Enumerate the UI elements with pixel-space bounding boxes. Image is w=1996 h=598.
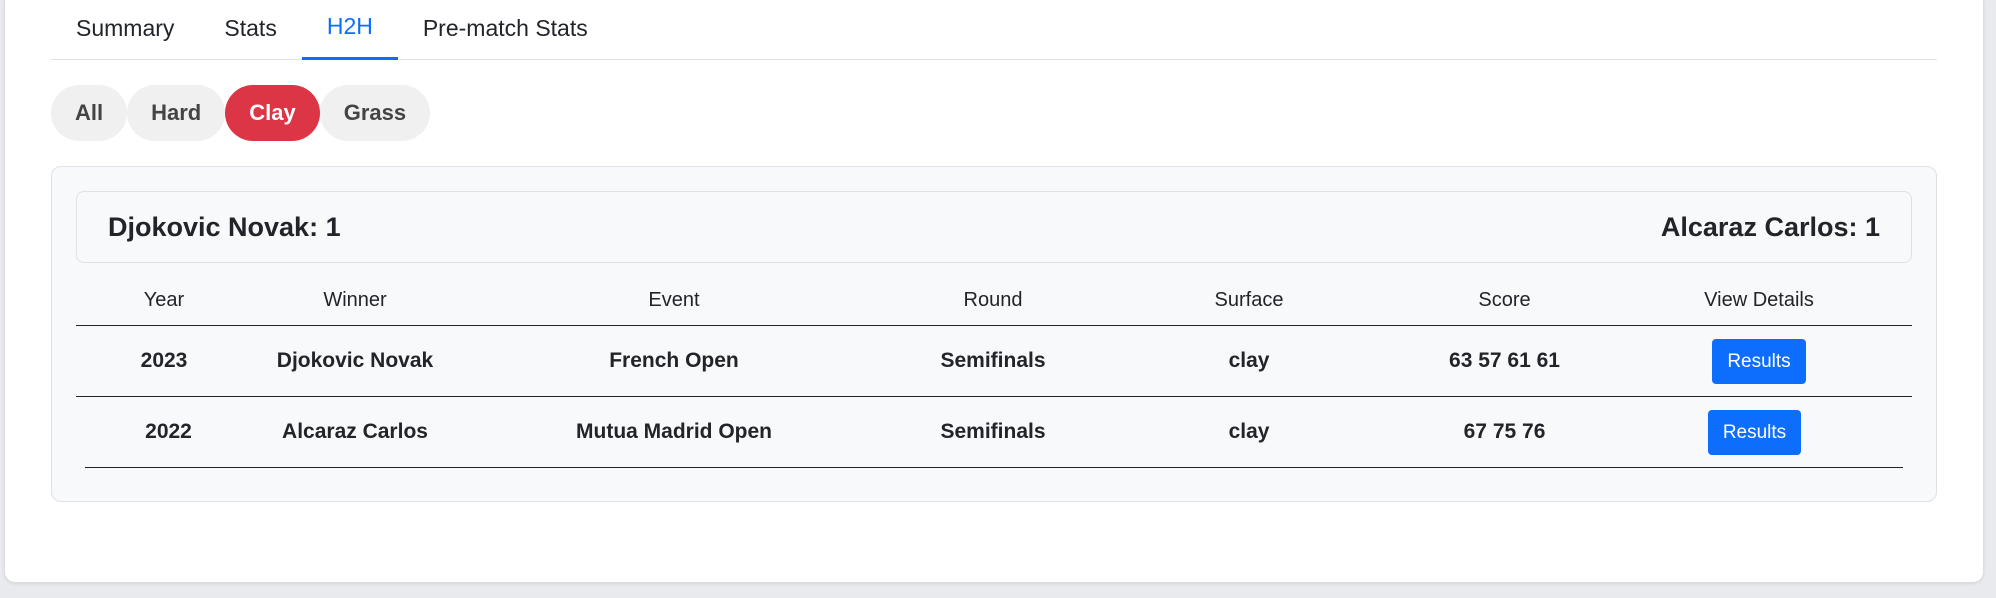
column-header-view-details: View Details: [1704, 288, 1814, 311]
cell-score: 67 75 76: [1463, 420, 1546, 443]
tab-summary[interactable]: Summary: [51, 0, 199, 60]
player2-h2h-count: Alcaraz Carlos: 1: [1660, 211, 1880, 242]
cell-winner: Djokovic Novak: [276, 349, 434, 372]
match-card: Summary Stats H2H Pre-match Stats All Ha…: [5, 0, 1983, 582]
column-header-year: Year: [143, 288, 185, 311]
player1-h2h-count: Djokovic Novak: 1: [108, 211, 341, 242]
column-header-surface: Surface: [1214, 288, 1284, 311]
filter-clay-button[interactable]: Clay: [225, 85, 320, 141]
cell-surface: clay: [1228, 349, 1270, 372]
column-header-round: Round: [963, 288, 1023, 311]
h2h-table: Year Winner Event Round Surface Score Vi…: [76, 275, 1912, 468]
tab-pre-match-stats[interactable]: Pre-match Stats: [398, 0, 613, 60]
column-header-winner: Winner: [323, 288, 387, 311]
cell-round: Semifinals: [940, 420, 1046, 443]
table-row: 2023 Djokovic Novak French Open Semifina…: [76, 326, 1912, 397]
results-button[interactable]: Results: [1707, 409, 1802, 455]
table-row: 2022 Alcaraz Carlos Mutua Madrid Open Se…: [85, 397, 1903, 468]
cell-event: Mutua Madrid Open: [576, 420, 772, 443]
match-card-content: Summary Stats H2H Pre-match Stats All Ha…: [51, 0, 1937, 502]
tab-stats[interactable]: Stats: [199, 0, 301, 60]
column-header-score: Score: [1478, 288, 1531, 311]
filter-hard-button[interactable]: Hard: [127, 85, 226, 141]
h2h-score-summary: Djokovic Novak: 1 Alcaraz Carlos: 1: [76, 191, 1912, 263]
cell-winner: Alcaraz Carlos: [282, 420, 428, 443]
h2h-panel: Djokovic Novak: 1 Alcaraz Carlos: 1 Year…: [51, 166, 1937, 502]
results-button[interactable]: Results: [1712, 338, 1806, 384]
cell-view-details: Results: [1607, 409, 1902, 455]
cell-round: Semifinals: [940, 349, 1046, 372]
surface-filter-group: All Hard Clay Grass: [51, 85, 1937, 141]
tab-h2h[interactable]: H2H: [301, 0, 398, 60]
cell-event: French Open: [609, 349, 739, 372]
cell-year: 2022: [145, 420, 192, 443]
table-header-row: Year Winner Event Round Surface Score Vi…: [76, 275, 1912, 326]
match-tabs: Summary Stats H2H Pre-match Stats: [51, 0, 1937, 60]
filter-all-button[interactable]: All: [51, 85, 128, 141]
cell-surface: clay: [1228, 420, 1270, 443]
column-header-event: Event: [648, 288, 700, 311]
cell-view-details: Results: [1607, 338, 1911, 384]
cell-year: 2023: [140, 349, 188, 372]
cell-score: 63 57 61 61: [1449, 349, 1560, 372]
filter-grass-button[interactable]: Grass: [319, 85, 431, 141]
